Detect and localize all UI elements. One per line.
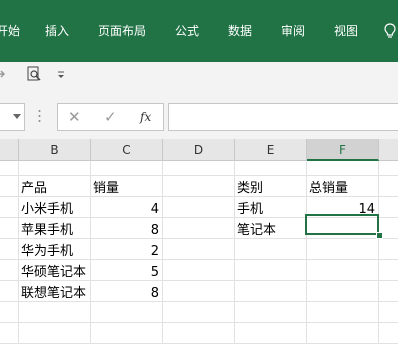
cell-E2[interactable]: 类别 xyxy=(237,179,305,199)
column-header-G[interactable] xyxy=(379,139,398,161)
cell-C6[interactable]: 5 xyxy=(93,263,159,283)
gridline xyxy=(234,161,235,344)
redo-arrow-icon[interactable] xyxy=(0,66,10,82)
cell-F2[interactable]: 总销量 xyxy=(309,179,377,199)
cell-B7[interactable]: 联想笔记本 xyxy=(21,284,91,304)
column-header-F[interactable]: F xyxy=(307,139,379,161)
fill-handle[interactable] xyxy=(376,232,383,239)
name-box[interactable] xyxy=(0,103,25,131)
cell-B2[interactable]: 产品 xyxy=(21,179,89,199)
column-header-A[interactable] xyxy=(0,139,19,161)
gridline xyxy=(162,161,163,344)
gridline xyxy=(378,161,379,344)
tab-data[interactable]: 数据 xyxy=(228,0,252,62)
cell-E3[interactable]: 手机 xyxy=(237,200,305,220)
quick-access-toolbar xyxy=(0,62,398,88)
cell-C3[interactable]: 4 xyxy=(93,200,159,220)
tab-review[interactable]: 审阅 xyxy=(281,0,305,62)
cell-B4[interactable]: 苹果手机 xyxy=(21,221,91,241)
gridline xyxy=(18,161,19,344)
lightbulb-icon[interactable] xyxy=(384,23,396,39)
cell-C2[interactable]: 销量 xyxy=(93,179,161,199)
chevron-down-icon[interactable] xyxy=(13,114,21,119)
gridline xyxy=(306,161,307,344)
gridline xyxy=(0,322,398,323)
print-preview-icon[interactable] xyxy=(26,66,42,82)
drag-handle-icon[interactable] xyxy=(38,109,41,123)
column-header-C[interactable]: C xyxy=(91,139,163,161)
customize-toolbar-icon[interactable] xyxy=(56,70,66,80)
cell-E4[interactable]: 笔记本 xyxy=(237,221,305,241)
cancel-icon[interactable]: ✕ xyxy=(68,104,81,130)
tab-page-layout[interactable]: 页面布局 xyxy=(98,0,146,62)
cell-C5[interactable]: 2 xyxy=(93,242,159,262)
ribbon-tab-bar: 开始 插入 页面布局 公式 数据 审阅 视图 xyxy=(0,0,398,62)
formula-buttons: ✕ ✓ fx xyxy=(57,103,164,131)
tab-insert[interactable]: 插入 xyxy=(45,0,69,62)
tab-view[interactable]: 视图 xyxy=(334,0,358,62)
insert-function-button[interactable]: fx xyxy=(140,104,151,130)
column-header-B[interactable]: B xyxy=(19,139,91,161)
gridline xyxy=(0,175,398,176)
active-cell-border[interactable] xyxy=(305,214,379,235)
tab-home[interactable]: 开始 xyxy=(0,0,20,62)
cell-B5[interactable]: 华为手机 xyxy=(21,242,91,262)
enter-icon[interactable]: ✓ xyxy=(104,104,117,130)
cell-B6[interactable]: 华硕笔记本 xyxy=(21,263,91,283)
column-header-E[interactable]: E xyxy=(235,139,307,161)
cell-C7[interactable]: 8 xyxy=(93,284,159,304)
cell-B3[interactable]: 小米手机 xyxy=(21,200,91,220)
tab-formulas[interactable]: 公式 xyxy=(175,0,199,62)
cell-C4[interactable]: 8 xyxy=(93,221,159,241)
formula-bar-area: ✕ ✓ fx xyxy=(0,88,398,139)
formula-input[interactable] xyxy=(168,103,398,131)
column-header-D[interactable]: D xyxy=(163,139,235,161)
